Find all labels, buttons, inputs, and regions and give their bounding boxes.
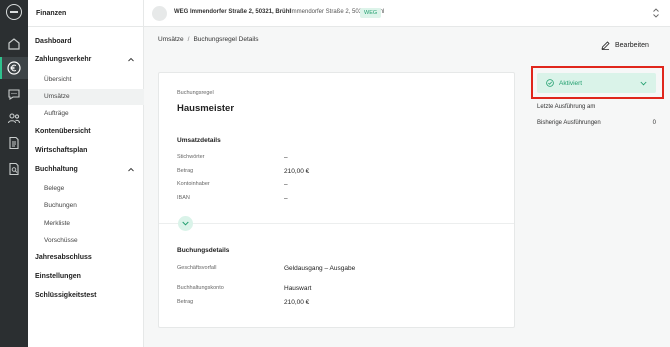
field-label: Kontoinhaber xyxy=(177,181,210,187)
rule-details-card: Buchungsregel Hausmeister Umsatzdetails … xyxy=(158,72,515,328)
avatar xyxy=(152,6,167,21)
sidebar-item-schluessigkeitstest[interactable]: Schlüssigkeitstest xyxy=(28,288,144,304)
pencil-icon xyxy=(601,40,610,50)
sidebar-item-dashboard[interactable]: Dashboard xyxy=(28,34,144,50)
sidebar-item-umsaetze[interactable]: Umsätze xyxy=(28,89,144,105)
sidebar-item-buchhaltung[interactable]: Buchhaltung xyxy=(28,162,144,178)
field-value: – xyxy=(284,181,288,188)
breadcrumb: Umsätze / Buchungsregel Details xyxy=(158,36,259,43)
breadcrumb-parent[interactable]: Umsätze xyxy=(158,36,184,43)
chevron-up-icon xyxy=(128,167,134,172)
sidebar-item-jahresabschluss[interactable]: Jahresabschluss xyxy=(28,250,144,266)
previous-runs-label: Bisherige Ausführungen xyxy=(537,120,601,126)
field-label: Stichwörter xyxy=(177,154,205,160)
breadcrumb-separator: / xyxy=(187,36,190,43)
sidebar-item-belege[interactable]: Belege xyxy=(28,181,144,197)
chevron-down-icon xyxy=(182,221,189,226)
property-name: WEG Immendorfer Straße 2, 50321, Brühl xyxy=(174,9,292,15)
people-icon[interactable] xyxy=(7,111,21,125)
euro-icon[interactable] xyxy=(7,61,21,75)
field-value: – xyxy=(284,195,288,202)
sidebar-item-auftraege[interactable]: Aufträge xyxy=(28,106,144,122)
sidebar-item-einstellungen[interactable]: Einstellungen xyxy=(28,269,144,285)
breadcrumb-current: Buchungsregel Details xyxy=(193,36,259,43)
field-value: Geldausgang – Ausgabe xyxy=(284,265,356,272)
sidebar-item-wirtschaftsplan[interactable]: Wirtschaftsplan xyxy=(28,143,144,159)
sidebar-item-vorschuesse[interactable]: Vorschüsse xyxy=(28,233,144,249)
property-selector[interactable]: WEG Immendorfer Straße 2, 50321, Brühl I… xyxy=(144,0,670,27)
sidebar-title: Finanzen xyxy=(28,0,143,27)
field-label: Betrag xyxy=(177,168,194,174)
sidebar-item-merkliste[interactable]: Merkliste xyxy=(28,216,144,232)
chevron-down-icon xyxy=(640,81,647,85)
field-value: Hauswart xyxy=(284,285,312,292)
rule-label: Buchungsregel xyxy=(177,90,214,96)
sidebar: Finanzen Dashboard Zahlungsverkehr Übers… xyxy=(28,0,144,347)
app: Finanzen Dashboard Zahlungsverkehr Übers… xyxy=(0,0,670,347)
field-label: Geschäftsvorfall xyxy=(177,265,217,271)
buchung-section-title: Buchungsdetails xyxy=(177,247,230,254)
expand-button[interactable] xyxy=(178,216,193,231)
chat-icon[interactable] xyxy=(7,87,21,101)
field-label: IBAN xyxy=(177,195,190,201)
status-select[interactable]: Aktiviert xyxy=(537,73,656,93)
icon-rail xyxy=(0,0,28,347)
sidebar-item-zahlungsverkehr[interactable]: Zahlungsverkehr xyxy=(28,52,144,68)
section-divider xyxy=(159,223,514,224)
sidebar-item-label: Buchhaltung xyxy=(35,166,78,173)
umsatz-section-title: Umsatzdetails xyxy=(177,137,221,144)
last-run-label: Letzte Ausführung am xyxy=(537,104,596,110)
field-value: 210,00 € xyxy=(284,168,310,175)
field-value: – xyxy=(284,154,288,161)
check-circle-icon xyxy=(546,79,554,87)
status-value: Aktiviert xyxy=(559,79,583,87)
sidebar-item-uebersicht[interactable]: Übersicht xyxy=(28,72,144,88)
field-value: 210,00 € xyxy=(284,299,310,306)
previous-runs-value: 0 xyxy=(652,120,656,126)
rule-title: Hausmeister xyxy=(177,103,235,114)
field-label: Betrag xyxy=(177,299,194,305)
field-label: Buchhaltungskonto xyxy=(177,285,224,291)
document-icon[interactable] xyxy=(7,136,21,150)
sidebar-item-buchungen[interactable]: Buchungen xyxy=(28,198,144,214)
chevron-up-icon xyxy=(128,57,134,62)
edit-button[interactable]: Bearbeiten xyxy=(601,38,649,52)
logo-icon xyxy=(6,4,22,20)
home-icon[interactable] xyxy=(7,37,21,51)
sidebar-item-label: Zahlungsverkehr xyxy=(35,56,92,63)
chevron-up-down-icon xyxy=(653,8,659,18)
document-search-icon[interactable] xyxy=(7,162,21,176)
sidebar-item-kontenuebersicht[interactable]: Kontenübersicht xyxy=(28,124,144,140)
rail-active-indicator xyxy=(0,57,2,79)
property-type-badge: WEG xyxy=(360,8,382,18)
edit-button-label: Bearbeiten xyxy=(615,41,649,49)
